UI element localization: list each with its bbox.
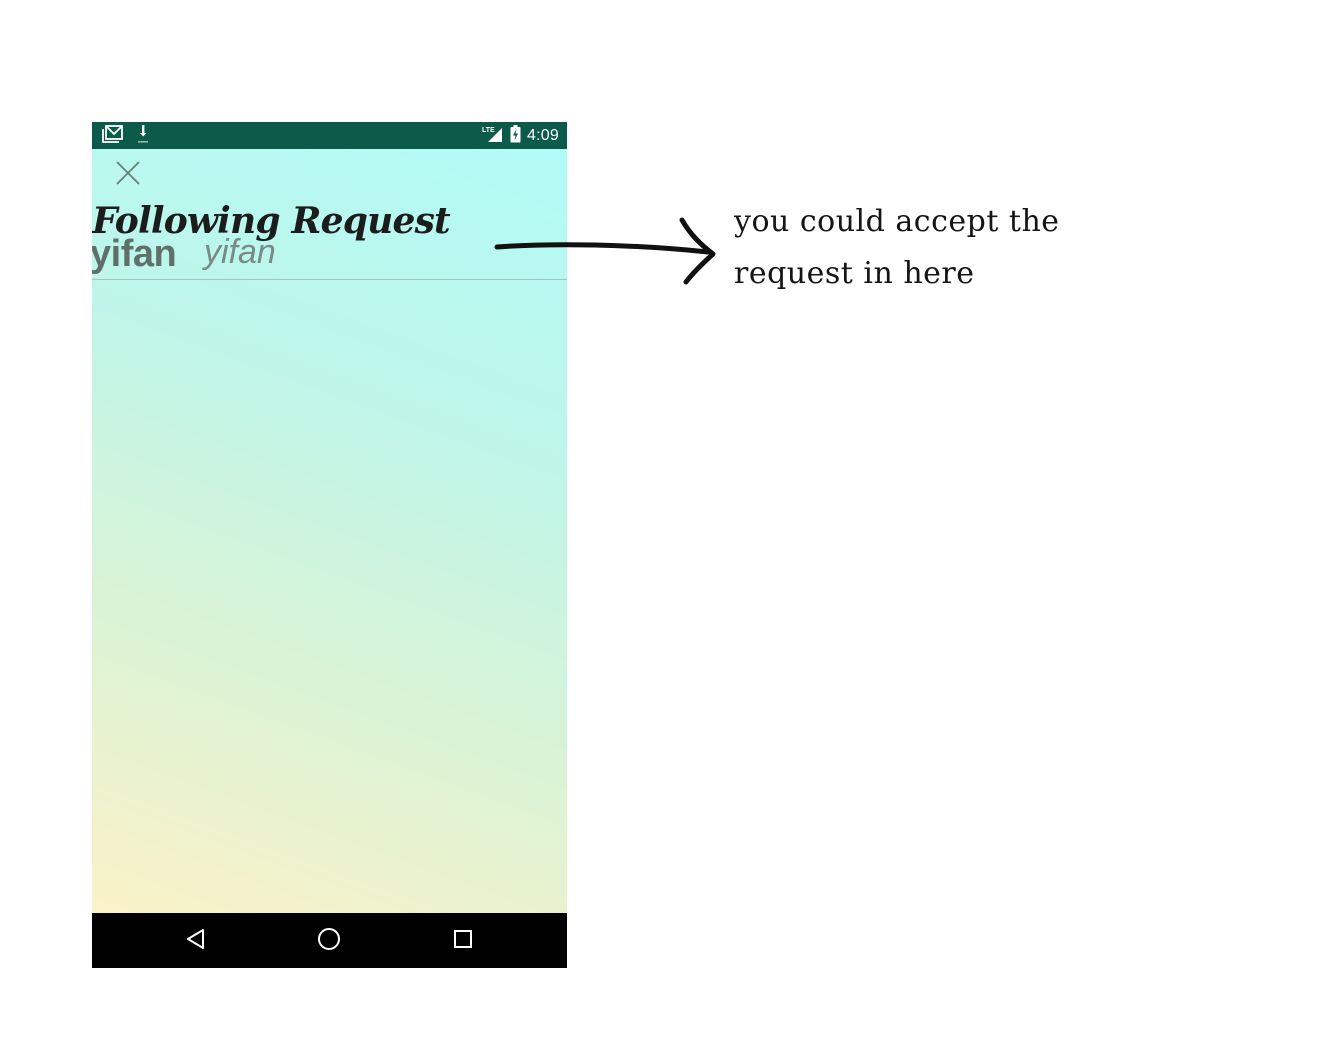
lte-signal-icon: LTE [482, 125, 504, 147]
close-icon [115, 160, 141, 190]
svg-text:LTE: LTE [482, 127, 495, 134]
recents-button[interactable] [448, 926, 478, 956]
back-icon [185, 928, 207, 954]
annotation-arrow [494, 217, 716, 285]
status-left-icons [102, 124, 148, 147]
annotation-note: you could accept the request in here [734, 204, 1060, 291]
gmail-icon [102, 124, 124, 147]
page-title: Following Request [92, 200, 451, 242]
back-button[interactable] [181, 926, 211, 956]
close-button[interactable] [112, 159, 144, 191]
status-time: 4:09 [527, 126, 559, 144]
status-right-icons: LTE 4:09 [482, 124, 559, 147]
battery-charging-icon [510, 124, 521, 147]
navigation-bar [92, 913, 567, 968]
home-button[interactable] [314, 926, 344, 956]
recents-icon [452, 928, 474, 954]
download-icon [138, 124, 148, 147]
status-bar: LTE 4:09 [92, 122, 567, 149]
home-icon [317, 927, 341, 955]
